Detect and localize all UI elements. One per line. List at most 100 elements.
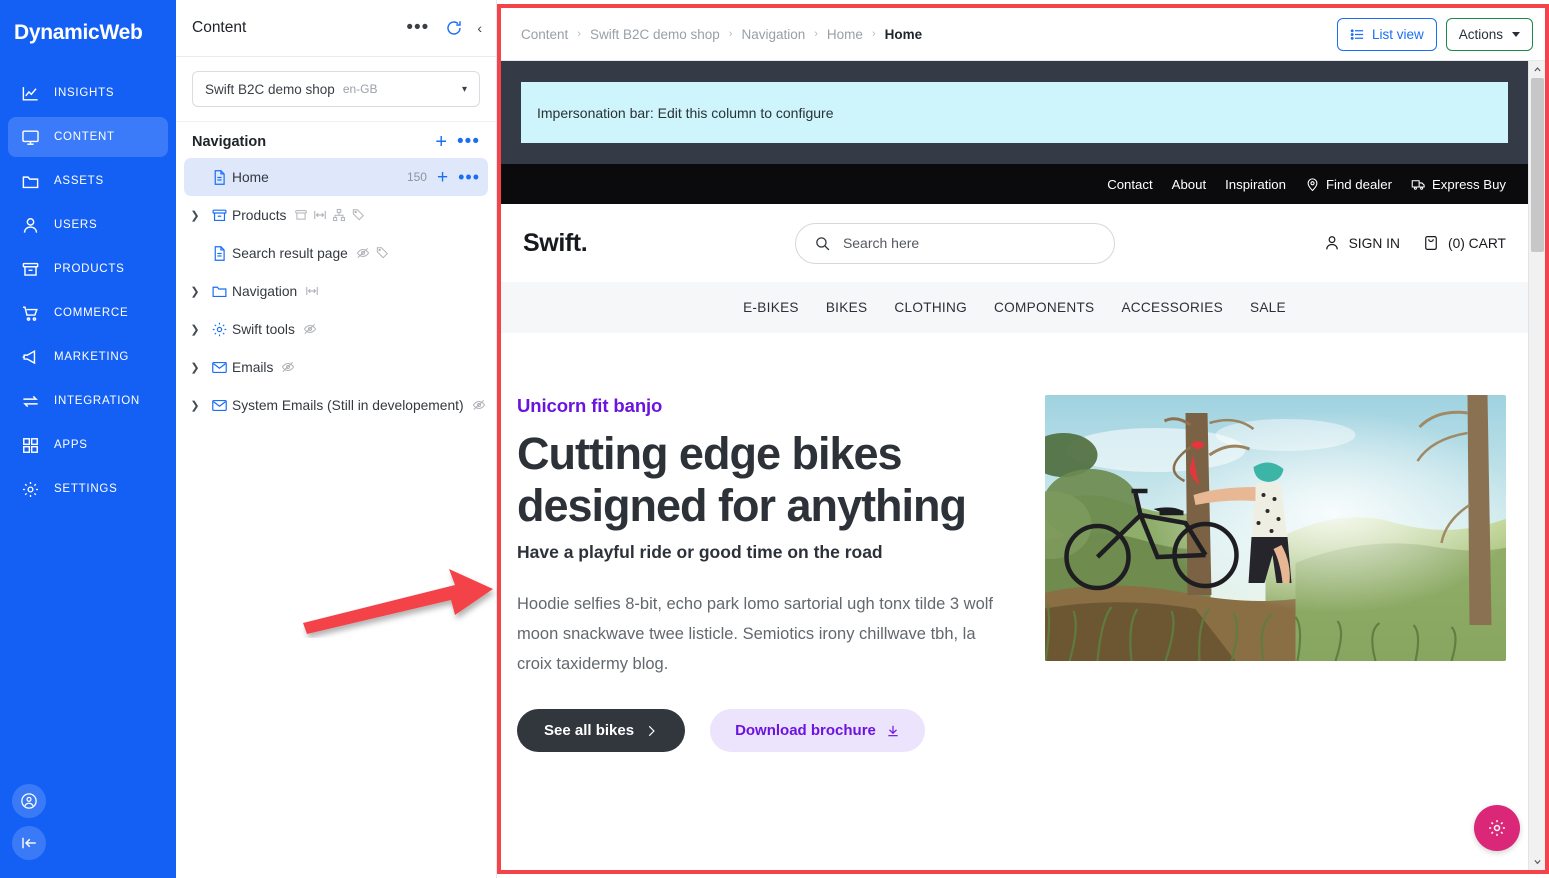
chevron-right-icon[interactable]: ❯ bbox=[184, 323, 206, 336]
search-wrapper: Search here bbox=[587, 222, 1322, 264]
tree-item-emails[interactable]: ❯ Emails bbox=[184, 348, 488, 386]
tree-item-add-button[interactable]: + bbox=[437, 168, 448, 187]
sidebar-item-products[interactable]: PRODUCTS bbox=[8, 249, 168, 289]
preview-scrollbar[interactable] bbox=[1528, 61, 1545, 870]
download-brochure-button[interactable]: Download brochure bbox=[710, 709, 925, 752]
scroll-down-button[interactable] bbox=[1529, 853, 1545, 870]
breadcrumb-item[interactable]: Navigation bbox=[741, 27, 805, 42]
scroll-up-button[interactable] bbox=[1529, 61, 1545, 78]
hero-cta-row: See all bikes Download brochure bbox=[517, 709, 1017, 752]
sidebar-item-label: SETTINGS bbox=[54, 483, 118, 495]
search-icon bbox=[814, 235, 831, 252]
utility-link-inspiration[interactable]: Inspiration bbox=[1225, 177, 1286, 192]
site-picker-wrapper: Swift B2C demo shop en-GB ▾ bbox=[176, 57, 496, 122]
sidebar-item-label: APPS bbox=[54, 439, 88, 451]
category-link-accessories[interactable]: ACCESSORIES bbox=[1121, 300, 1223, 315]
tree-section-title: Navigation bbox=[192, 134, 267, 150]
tree-section-more-button[interactable]: ••• bbox=[457, 132, 480, 151]
sidebar-item-commerce[interactable]: COMMERCE bbox=[8, 293, 168, 333]
chevron-right-icon[interactable]: ❯ bbox=[184, 399, 206, 412]
chevron-right-icon[interactable]: ❯ bbox=[184, 285, 206, 298]
shop-logo[interactable]: Swift. bbox=[523, 229, 588, 258]
page-preview-zone: Content › Swift B2C demo shop › Navigati… bbox=[497, 4, 1549, 874]
category-link-sale[interactable]: SALE bbox=[1250, 300, 1286, 315]
grid-icon bbox=[20, 435, 40, 455]
cart-label: (0) CART bbox=[1447, 235, 1506, 251]
tree-item-search-result-page[interactable]: Search result page bbox=[184, 234, 488, 272]
download-brochure-label: Download brochure bbox=[735, 722, 876, 739]
tag-icon bbox=[376, 247, 388, 259]
utility-link-label: Find dealer bbox=[1325, 176, 1392, 192]
tree-item-swift-tools[interactable]: ❯ Swift tools bbox=[184, 310, 488, 348]
see-all-bikes-button[interactable]: See all bikes bbox=[517, 709, 686, 752]
utility-link-about[interactable]: About bbox=[1172, 177, 1206, 192]
refresh-icon[interactable] bbox=[439, 19, 469, 37]
chevron-right-icon[interactable]: ❯ bbox=[184, 209, 206, 222]
tree-item-badges bbox=[294, 208, 365, 222]
sidebar-item-marketing[interactable]: MARKETING bbox=[8, 337, 168, 377]
bag-icon bbox=[1422, 234, 1440, 252]
settings-fab-button[interactable] bbox=[1474, 805, 1520, 851]
tree-item-label: Swift tools bbox=[232, 321, 295, 337]
utility-link-label: Contact bbox=[1107, 176, 1153, 192]
tree-item-count: 150 bbox=[406, 170, 427, 184]
sidebar-item-apps[interactable]: APPS bbox=[8, 425, 168, 465]
search-input[interactable]: Search here bbox=[794, 222, 1115, 264]
sign-in-button[interactable]: SIGN IN bbox=[1323, 234, 1400, 252]
scrollbar-track[interactable] bbox=[1529, 78, 1545, 853]
sidebar-item-label: INTEGRATION bbox=[54, 395, 140, 407]
hero-subheading: Have a playful ride or good time on the … bbox=[517, 542, 883, 562]
sidebar-item-label: PRODUCTS bbox=[54, 263, 125, 275]
sidebar-item-insights[interactable]: INSIGHTS bbox=[8, 73, 168, 113]
sidebar-item-label: INSIGHTS bbox=[54, 87, 115, 99]
category-link-bikes[interactable]: BIKES bbox=[826, 300, 868, 315]
tree-item-label: Products bbox=[232, 207, 287, 223]
chevron-right-icon[interactable]: ❯ bbox=[184, 361, 206, 374]
add-node-button[interactable]: + bbox=[435, 132, 447, 152]
tree-item-label: Navigation bbox=[232, 283, 298, 299]
box-icon bbox=[206, 207, 232, 224]
tree-item-badges bbox=[472, 398, 486, 412]
category-link-components[interactable]: COMPONENTS bbox=[994, 300, 1094, 315]
sidebar-item-settings[interactable]: SETTINGS bbox=[8, 469, 168, 509]
site-picker-select[interactable]: Swift B2C demo shop en-GB ▾ bbox=[192, 71, 480, 107]
utility-link-express-buy[interactable]: Express Buy bbox=[1411, 177, 1506, 192]
category-link-clothing[interactable]: CLOTHING bbox=[894, 300, 967, 315]
tree-item-label: Home bbox=[232, 169, 269, 185]
sidebar-item-label: MARKETING bbox=[54, 351, 130, 363]
panel-more-button[interactable]: ••• bbox=[396, 18, 439, 37]
impersonation-bar[interactable]: Impersonation bar: Edit this column to c… bbox=[521, 82, 1508, 143]
folder-icon bbox=[206, 283, 232, 300]
preview-scroll-region: Impersonation bar: Edit this column to c… bbox=[501, 61, 1545, 870]
hero-image-column bbox=[1045, 395, 1506, 752]
sidebar-item-users[interactable]: USERS bbox=[8, 205, 168, 245]
tree-item-home[interactable]: Home 150 + ••• bbox=[184, 158, 488, 196]
breadcrumb-item[interactable]: Content bbox=[521, 27, 568, 42]
tree-item-more-button[interactable]: ••• bbox=[458, 168, 480, 186]
sidebar-item-assets[interactable]: ASSETS bbox=[8, 161, 168, 201]
breadcrumb-item[interactable]: Home bbox=[827, 27, 863, 42]
tree-item-system-emails[interactable]: ❯ System Emails (Still in developement) bbox=[184, 386, 488, 424]
sidebar-item-integration[interactable]: INTEGRATION bbox=[8, 381, 168, 421]
list-view-button[interactable]: List view bbox=[1336, 17, 1437, 51]
cart-button[interactable]: (0) CART bbox=[1422, 234, 1506, 252]
site-picker-locale: en-GB bbox=[342, 82, 378, 96]
user-icon bbox=[1323, 234, 1341, 252]
chevron-left-icon[interactable]: ‹ bbox=[469, 20, 482, 36]
sidebar-item-label: CONTENT bbox=[54, 131, 115, 143]
tree-item-products[interactable]: ❯ Products bbox=[184, 196, 488, 234]
collapse-panel-icon[interactable] bbox=[12, 826, 46, 860]
tree-item-navigation[interactable]: ❯ Navigation bbox=[184, 272, 488, 310]
application-window: DynamicWeb INSIGHTS CONTENT ASSETS USERS… bbox=[0, 0, 1549, 878]
utility-link-contact[interactable]: Contact bbox=[1107, 177, 1152, 192]
tree-item-badges bbox=[303, 322, 317, 336]
scrollbar-thumb[interactable] bbox=[1531, 78, 1544, 252]
tree-item-label: Search result page bbox=[232, 245, 348, 261]
account-circle-icon[interactable] bbox=[12, 784, 46, 818]
category-nav: E-BIKES BIKES CLOTHING COMPONENTS ACCESS… bbox=[501, 282, 1528, 333]
sidebar-item-content[interactable]: CONTENT bbox=[8, 117, 168, 157]
actions-button[interactable]: Actions bbox=[1445, 17, 1533, 51]
category-link-e-bikes[interactable]: E-BIKES bbox=[743, 300, 799, 315]
utility-link-find-dealer[interactable]: Find dealer bbox=[1305, 177, 1392, 192]
breadcrumb-item[interactable]: Swift B2C demo shop bbox=[590, 27, 720, 42]
